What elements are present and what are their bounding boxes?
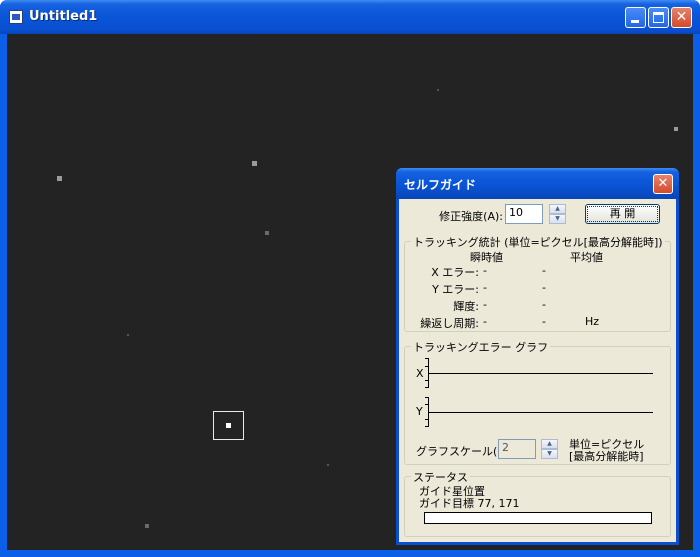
- close-icon: ✕: [675, 9, 688, 25]
- maximize-icon: [653, 12, 664, 23]
- spin-up-icon[interactable]: ▲: [549, 204, 566, 214]
- x-error-label: X エラー:: [431, 266, 479, 279]
- graph-tick: [425, 387, 429, 388]
- guide-target: ガイド目標 77, 171: [419, 497, 520, 510]
- window-title: Untitled1: [29, 9, 98, 24]
- status-progress-bar: [424, 512, 652, 524]
- brightness-label: 輝度:: [453, 300, 479, 313]
- spin-down-icon[interactable]: ▼: [549, 214, 566, 224]
- y-error-label: Y エラー:: [432, 283, 479, 296]
- dialog-close-button[interactable]: ✕: [653, 174, 673, 194]
- instant-column-header: 瞬時値: [470, 251, 503, 264]
- repeat-period-instant: -: [483, 315, 487, 328]
- brightness-instant: -: [483, 298, 487, 311]
- resume-button-label: 再 開: [587, 206, 658, 222]
- maximize-button[interactable]: [648, 7, 669, 28]
- star-point: [252, 161, 257, 166]
- correction-strength-input[interactable]: 10: [505, 204, 543, 224]
- star-point: [265, 231, 269, 235]
- graph-y-trace: [428, 412, 653, 413]
- dialog-title: セルフガイド: [404, 178, 477, 192]
- tracking-stats-title: トラッキング統計 (単位=ピクセル[最高分解能時]): [411, 234, 665, 250]
- star-point: [145, 524, 149, 528]
- self-guide-dialog: セルフガイド ✕ 修正強度(A): 10 ▲ ▼ 再 開 トラッキング統計 (単…: [396, 168, 679, 545]
- graph-tick: [425, 397, 429, 398]
- repeat-period-unit: Hz: [585, 315, 600, 328]
- repeat-period-label: 繰返し周期:: [420, 317, 479, 330]
- graph-tick: [425, 426, 429, 427]
- graph-y-label: Y: [416, 405, 423, 418]
- star-point: [674, 127, 678, 131]
- graph-scale-spinner[interactable]: ▲ ▼: [541, 439, 558, 459]
- minimize-button[interactable]: [625, 7, 646, 28]
- tracking-graph-title: トラッキングエラー グラフ: [411, 339, 551, 355]
- brightness-average: -: [542, 298, 546, 311]
- graph-tick: [425, 358, 429, 359]
- x-error-average: -: [542, 264, 546, 277]
- graph-tick: [425, 419, 429, 420]
- close-icon: ✕: [657, 176, 669, 191]
- graph-tick: [425, 404, 429, 405]
- spin-up-icon[interactable]: ▲: [541, 439, 558, 449]
- graph-unit-line2: [最高分解能時]: [569, 450, 644, 463]
- status-group: ステータス ガイド星位置 ガイド目標 77, 171: [404, 469, 671, 537]
- graph-x-trace: [428, 373, 653, 374]
- graph-tick: [425, 366, 429, 367]
- star-point: [327, 464, 329, 466]
- star-point: [437, 89, 439, 91]
- tracking-graph-group: トラッキングエラー グラフ X Y グラフスケール(G): 2 ▲ ▼ 単位=ピ…: [404, 339, 671, 465]
- y-error-instant: -: [483, 281, 487, 294]
- dialog-title-bar[interactable]: セルフガイド ✕: [396, 168, 679, 199]
- graph-scale-input[interactable]: 2: [498, 439, 536, 459]
- resume-button[interactable]: 再 開: [585, 204, 660, 224]
- star-point: [57, 176, 62, 181]
- correction-strength-spinner[interactable]: ▲ ▼: [549, 204, 566, 224]
- app-icon[interactable]: [9, 10, 23, 24]
- y-error-average: -: [542, 281, 546, 294]
- tracking-stats-group: トラッキング統計 (単位=ピクセル[最高分解能時]) 瞬時値 平均値 X エラー…: [404, 234, 671, 332]
- close-button[interactable]: ✕: [671, 7, 692, 28]
- title-bar[interactable]: Untitled1 ✕: [0, 0, 700, 34]
- average-column-header: 平均値: [570, 251, 603, 264]
- graph-x-label: X: [416, 367, 424, 380]
- dialog-body: 修正強度(A): 10 ▲ ▼ 再 開 トラッキング統計 (単位=ピクセル[最高…: [399, 199, 676, 542]
- minimize-icon: [631, 20, 639, 23]
- guide-star-reticle: [213, 411, 244, 440]
- guide-star: [226, 423, 231, 428]
- star-point: [127, 334, 129, 336]
- x-error-instant: -: [483, 264, 487, 277]
- spin-down-icon[interactable]: ▼: [541, 449, 558, 459]
- correction-strength-label: 修正強度(A):: [439, 210, 503, 223]
- graph-tick: [425, 380, 429, 381]
- repeat-period-average: -: [542, 315, 546, 328]
